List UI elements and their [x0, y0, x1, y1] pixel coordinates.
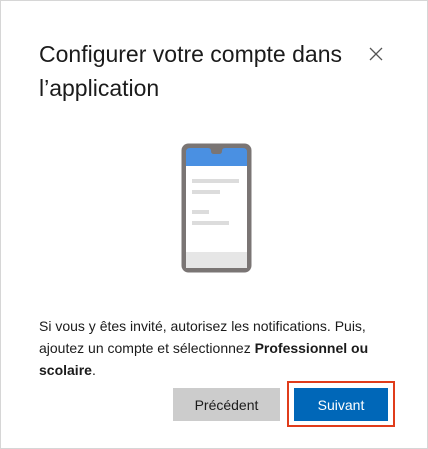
previous-button[interactable]: Précédent: [173, 388, 280, 421]
dialog-title: Configurer votre compte dans l’applicati…: [39, 41, 342, 101]
setup-dialog: Configurer votre compte dans l’applicati…: [0, 0, 428, 449]
close-icon: [369, 47, 383, 61]
close-button[interactable]: [363, 41, 389, 67]
next-button[interactable]: Suivant: [294, 388, 388, 421]
instructions-text-part-2: .: [91, 362, 96, 378]
instructions-text: Si vous y êtes invité, autorisez les not…: [39, 315, 399, 381]
phone-illustration-icon: [181, 143, 252, 273]
